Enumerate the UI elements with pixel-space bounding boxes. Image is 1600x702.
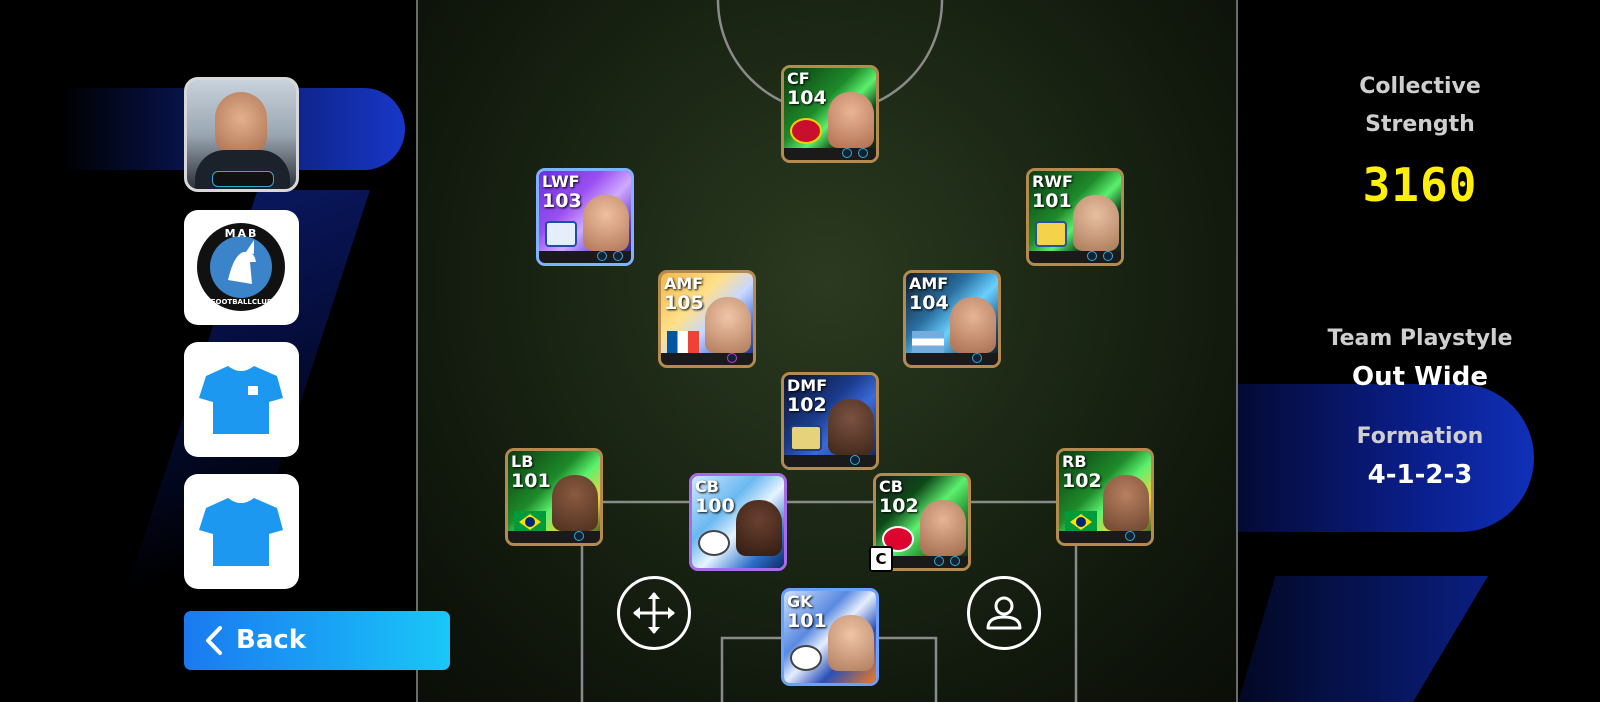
manager-avatar [215,92,267,158]
move-players-button[interactable] [617,576,691,650]
collective-strength-label-line2: Strength [1365,112,1475,137]
collective-strength-label-line1: Collective [1359,74,1481,99]
player-position: LWF [542,172,580,191]
club-badge-icon [698,530,730,556]
flag-argentina-icon [912,331,944,353]
bg-stripe-right-bottom [1238,576,1488,702]
team-playstyle-label: Team Playstyle [1327,326,1513,351]
player-position: GK [787,592,813,611]
player-rating: 100 [695,495,735,517]
player-details-button[interactable] [967,576,1041,650]
player-position: CB [695,477,719,496]
player-rating: 101 [511,470,551,492]
chevron-left-icon [206,626,222,655]
player-card-amf-left[interactable]: AMF 105 [658,270,756,368]
club-badge-icon [790,118,822,144]
player-position: RB [1062,452,1087,471]
flag-brazil-icon [1065,511,1097,533]
player-card-lb[interactable]: LB 101 [505,448,603,546]
manager-button[interactable] [184,77,299,192]
player-card-dmf[interactable]: DMF 102 [781,372,879,470]
player-position: DMF [787,376,828,395]
player-position: CF [787,69,810,88]
club-badge-icon [545,221,577,247]
player-rating: 105 [664,292,704,314]
move-arrows-icon [633,592,675,634]
formation-label: Formation [1356,424,1484,449]
away-kit-button[interactable] [184,474,299,589]
bg-stripe-right-mid [1238,384,1534,532]
club-logo-bottom-text: FOOTBALLCLUB [210,298,273,306]
club-logo-top-text: MAB [224,227,259,240]
player-rating: 101 [1032,190,1072,212]
player-rating: 102 [1062,470,1102,492]
player-rating: 104 [787,87,827,109]
flag-france-icon [667,331,699,353]
club-badge-button[interactable]: MAB FOOTBALLCLUB [184,210,299,325]
player-position: RWF [1032,172,1073,191]
manager-level-bar [212,171,274,187]
player-card-rwf[interactable]: RWF 101 [1026,168,1124,266]
player-card-rb[interactable]: RB 102 [1056,448,1154,546]
club-badge-icon [790,645,822,671]
player-position: LB [511,452,534,471]
player-position: CB [879,477,903,496]
collective-strength-value: 3160 [1362,158,1478,212]
player-position: AMF [664,274,704,293]
club-badge-icon [1035,221,1067,247]
home-kit-button[interactable] [184,342,299,457]
player-position: AMF [909,274,949,293]
player-card-cf[interactable]: CF 104 [781,65,879,163]
player-rating: 102 [879,495,919,517]
back-button-label: Back [236,625,307,655]
home-kit-icon [199,364,283,434]
club-badge-icon [790,425,822,451]
flag-brazil-icon [514,511,546,533]
player-rating: 101 [787,610,827,632]
player-rating: 104 [909,292,949,314]
player-card-gk[interactable]: GK 101 [781,588,879,686]
player-rating: 103 [542,190,582,212]
back-button[interactable]: Back [184,611,450,670]
formation-value: 4-1-2-3 [1367,460,1473,490]
player-rating: 102 [787,394,827,416]
team-playstyle-value: Out Wide [1352,362,1488,392]
away-kit-icon [199,496,283,566]
player-card-amf-right[interactable]: AMF 104 [903,270,1001,368]
person-icon [986,596,1022,630]
captain-badge: C [869,546,893,572]
player-card-cb-left[interactable]: CB 100 [689,473,787,571]
player-card-lwf[interactable]: LWF 103 [536,168,634,266]
